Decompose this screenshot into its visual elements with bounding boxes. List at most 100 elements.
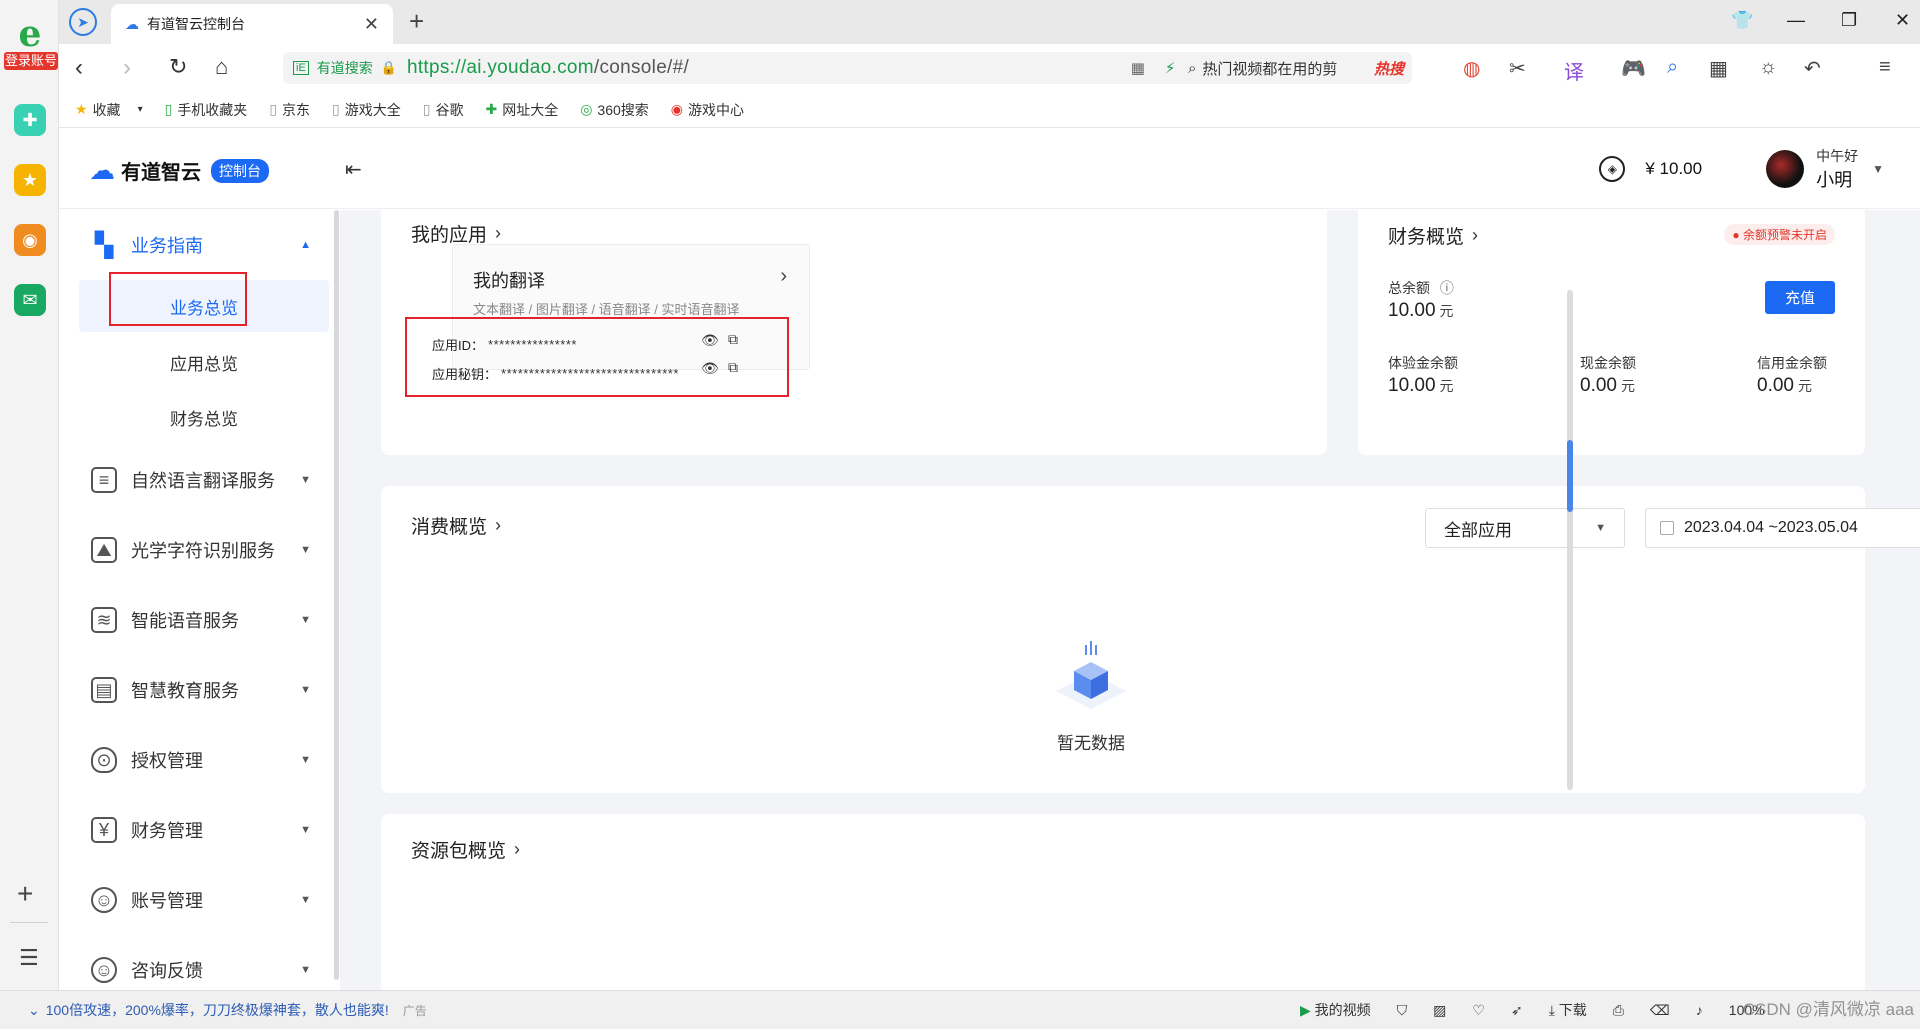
hot-search-label[interactable]: 热搜	[1374, 58, 1404, 79]
image-scan-icon: ⛰	[91, 537, 117, 563]
new-tab-icon[interactable]: +	[409, 6, 424, 37]
sidebar-sub-label: 应用总览	[170, 354, 238, 374]
bookmark-games[interactable]: ▯ 游戏大全	[332, 100, 401, 120]
heartbeat-icon[interactable]: ♡	[1472, 1002, 1485, 1019]
account-balance[interactable]: ¥ 10.00	[1645, 159, 1702, 179]
list-menu-icon[interactable]: ☰	[19, 945, 39, 971]
sidebar-item-feedback[interactable]: ☺ 咨询反馈 ▼	[91, 952, 311, 988]
lightning-icon[interactable]: ⚡	[1165, 59, 1176, 77]
weibo-icon[interactable]: ◉	[14, 224, 46, 256]
search-box[interactable]: ⌕ 热门视频都在用的剪 热搜	[1180, 52, 1412, 84]
browser-logo[interactable]: e 登录账号	[4, 16, 58, 72]
amount-number: 0.00	[1580, 375, 1617, 396]
info-icon[interactable]: ⓘ	[1440, 280, 1454, 296]
highlight-box-business-overview	[109, 272, 247, 326]
app-filter-select[interactable]: 全部应用 ▼	[1425, 508, 1625, 548]
health-app-icon[interactable]: ✚	[14, 104, 46, 136]
bookmark-label: 游戏中心	[688, 101, 744, 118]
consumption-title[interactable]: 消费概览 ›	[411, 512, 501, 539]
collapse-menu-icon[interactable]: ⇤	[345, 157, 362, 182]
qrcode-icon[interactable]: ▦	[1131, 59, 1145, 77]
address-bar[interactable]: iE 有道搜索 🔒 https://ai.youdao.com/console/…	[283, 52, 1218, 84]
refresh-icon[interactable]: ↻	[169, 54, 187, 80]
username[interactable]: 小明	[1816, 166, 1858, 192]
user-menu-caret-icon[interactable]: ▼	[1872, 162, 1884, 176]
avatar[interactable]	[1766, 150, 1805, 188]
package-title[interactable]: 资源包概览 ›	[411, 836, 520, 863]
news-ticker[interactable]: ⌄ 100倍攻速，200%爆率，刀刀终极爆神套，散人也能爽! 广告	[28, 1000, 427, 1020]
scissors-icon[interactable]: ✂	[1509, 56, 1526, 81]
star-favorite-icon[interactable]: ★	[14, 164, 46, 196]
360-search-icon: ◎	[580, 101, 593, 117]
brand-logo[interactable]: ☁ 有道智云 控制台	[89, 155, 269, 186]
add-icon[interactable]: +	[17, 878, 33, 910]
sidebar-sub-app-overview[interactable]: 应用总览	[79, 336, 329, 388]
speaker-icon[interactable]: ♪	[1696, 1002, 1703, 1018]
back-icon[interactable]: ‹	[75, 54, 83, 82]
search-icon: ⌕	[1188, 59, 1197, 77]
app-card-description: 文本翻译 / 图片翻译 / 语音翻译 / 实时语音翻译	[473, 302, 740, 317]
skin-shirt-icon[interactable]: 👕	[1731, 10, 1753, 31]
printer-icon[interactable]: ⎙	[1613, 1002, 1624, 1019]
restore-icon[interactable]: ❐	[1841, 10, 1857, 31]
magnifier-icon[interactable]: ⌕	[1667, 56, 1678, 79]
sidebar-item-nlp-translation[interactable]: ≡ 自然语言翻译服务 ▼	[91, 462, 311, 498]
bookmark-favorites[interactable]: ★ 收藏 ▾	[75, 100, 143, 120]
clean-icon[interactable]: ⌫	[1650, 1002, 1670, 1019]
translate-icon[interactable]: 译	[1564, 56, 1584, 85]
sidebar-item-ocr[interactable]: ⛰ 光学字符识别服务 ▼	[91, 532, 311, 568]
sidebar-item-education[interactable]: ▤ 智慧教育服务 ▼	[91, 672, 311, 708]
image-icon[interactable]: ▨	[1433, 1002, 1446, 1019]
download-button[interactable]: ⤓ 下载	[1549, 1000, 1587, 1020]
sidebar-item-account[interactable]: ☺ 账号管理 ▼	[91, 882, 311, 918]
shield-icon[interactable]: ⛉	[1397, 1002, 1408, 1019]
minimize-icon[interactable]: —	[1787, 10, 1805, 31]
close-tab-icon[interactable]: ✕	[364, 14, 379, 35]
forward-icon[interactable]: ›	[123, 54, 131, 82]
sidebar-item-finance[interactable]: ¥ 财务管理 ▼	[91, 812, 311, 848]
chevron-down-icon: ⌄	[28, 1002, 40, 1018]
balance-alert-badge[interactable]: ● 余额预警未开启	[1724, 224, 1835, 245]
game-controller-icon[interactable]: 🎮	[1621, 56, 1646, 81]
more-menu-icon[interactable]: ≡	[1879, 56, 1891, 79]
chevron-right-icon[interactable]: ›	[780, 265, 787, 288]
sidebar-item-authorization[interactable]: ⊙ 授权管理 ▼	[91, 742, 311, 778]
my-apps-title[interactable]: 我的应用 ›	[411, 220, 501, 247]
rocket-icon[interactable]: ➶	[1511, 1002, 1523, 1019]
bookmark-game-center[interactable]: ◉ 游戏中心	[671, 100, 744, 120]
bookmark-360[interactable]: ◎ 360搜索	[580, 100, 649, 120]
home-icon[interactable]: ⌂	[215, 54, 228, 80]
sidebar-item-voice[interactable]: ≋ 智能语音服务 ▼	[91, 602, 311, 638]
bookmark-jd[interactable]: ▯ 京东	[269, 100, 310, 120]
brightness-icon[interactable]: ☼	[1759, 56, 1777, 79]
compass-icon[interactable]: ◈	[1599, 156, 1626, 182]
login-account-label[interactable]: 登录账号	[4, 52, 58, 70]
trial-balance-label: 体验金余额	[1388, 355, 1458, 371]
finance-title[interactable]: 财务概览 ›	[1388, 222, 1478, 249]
sidebar-scrollbar[interactable]	[334, 210, 339, 980]
bookmark-mobile[interactable]: ▯ 手机收藏夹	[165, 100, 248, 120]
date-range-picker[interactable]: 2023.04.04 ~2023.05.04	[1645, 508, 1920, 548]
browser-status-bar: ⌄ 100倍攻速，200%爆率，刀刀终极爆神套，散人也能爽! 广告 ▶ 我的视频 …	[0, 990, 1920, 1029]
apps-grid-icon[interactable]: ▦	[1709, 56, 1728, 81]
bookmark-google[interactable]: ▯ 谷歌	[423, 100, 464, 120]
chrome-icon[interactable]: ◍	[1463, 56, 1480, 81]
video-play-icon: ▶	[1300, 1002, 1311, 1018]
url-text[interactable]: https://ai.youdao.com/console/#/	[407, 57, 689, 79]
my-video-button[interactable]: ▶ 我的视频	[1300, 1000, 1371, 1020]
close-window-icon[interactable]: ✕	[1895, 10, 1910, 31]
browser-tab-active[interactable]: ☁ 有道智云控制台 ✕	[111, 4, 393, 44]
page-scrollbar[interactable]	[1567, 290, 1573, 790]
consumption-card: 消费概览 › 全部应用 ▼ 2023.04.04 ~2023.05.04 暂无数…	[381, 486, 1920, 793]
mail-icon[interactable]: ✉	[14, 284, 46, 316]
sidebar-item-business-guide[interactable]: ▚ 业务指南 ▲	[91, 227, 311, 263]
recharge-button[interactable]: 充值	[1765, 281, 1835, 314]
bookmark-sites[interactable]: ✚ 网址大全	[485, 100, 558, 120]
sidebar-sub-finance-overview[interactable]: 财务总览	[79, 391, 329, 443]
search-engine-label[interactable]: 有道搜索	[317, 58, 373, 78]
navigation-arrow-icon[interactable]: ➤	[69, 8, 97, 36]
page-icon: ▯	[269, 101, 278, 117]
page-scrollbar-thumb[interactable]	[1567, 440, 1573, 512]
undo-icon[interactable]: ↶	[1804, 56, 1821, 81]
chevron-right-icon: ›	[1472, 225, 1479, 245]
